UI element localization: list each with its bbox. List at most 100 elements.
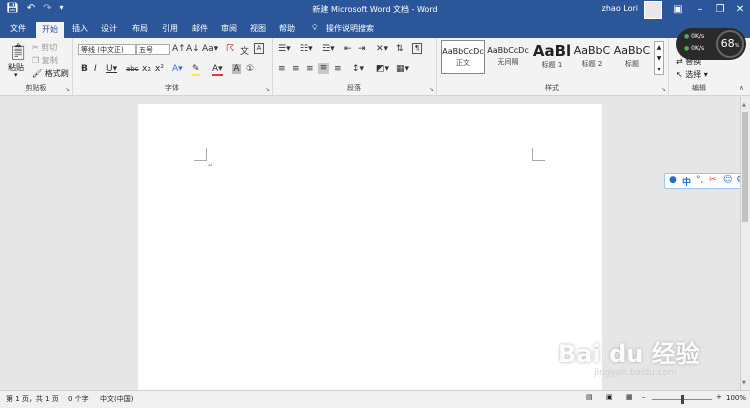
copy-label: 复制 — [41, 56, 58, 65]
bold-icon[interactable]: B — [81, 64, 88, 74]
word-count[interactable]: 0 个字 — [68, 394, 89, 404]
italic-icon[interactable]: I — [94, 64, 97, 74]
style-preview: AaBbC — [613, 44, 651, 57]
web-layout-icon[interactable]: ▦ — [626, 393, 633, 401]
underline-icon[interactable]: U▾ — [106, 64, 117, 74]
close-icon[interactable]: ✕ — [730, 2, 750, 18]
numbering-icon[interactable]: ☷▾ — [300, 44, 313, 54]
user-name[interactable]: zhao Lori — [602, 4, 638, 13]
tab-layout[interactable]: 布局 — [132, 23, 148, 34]
paste-dropdown-icon[interactable]: ▾ — [14, 71, 18, 79]
page-count[interactable]: 第 1 页，共 1 页 — [6, 394, 59, 404]
tell-me-search[interactable]: 操作说明搜索 — [326, 23, 374, 34]
tab-references[interactable]: 引用 — [162, 23, 178, 34]
minimize-icon[interactable]: – — [690, 2, 710, 18]
style-heading-2[interactable]: AaBbC 标题 2 — [570, 40, 614, 74]
tab-file[interactable]: 文件 — [10, 23, 26, 34]
language-indicator[interactable]: 中文(中国) — [100, 394, 133, 404]
copy-button[interactable]: ❐ 复制 — [32, 55, 58, 66]
paste-icon[interactable]: 📋︎ — [8, 42, 28, 61]
subscript-icon[interactable]: x₂ — [142, 64, 151, 74]
font-name-combo[interactable]: 等线 (中文正) — [78, 44, 136, 55]
highlight-icon[interactable]: ✎ — [192, 64, 200, 76]
select-button[interactable]: ↖ 选择 ▾ — [676, 69, 708, 80]
collapse-ribbon-icon[interactable]: ∧ — [739, 84, 744, 92]
tab-help[interactable]: 帮助 — [279, 23, 295, 34]
tab-mailings[interactable]: 邮件 — [192, 23, 208, 34]
scroll-thumb[interactable] — [742, 112, 748, 222]
zoom-level[interactable]: 100% — [726, 394, 746, 402]
launcher-icon[interactable]: ↘ — [265, 86, 270, 93]
grow-font-icon[interactable]: A↑ — [172, 44, 186, 54]
style-title[interactable]: AaBbC 标题 — [610, 40, 654, 74]
borders-icon[interactable]: ▦▾ — [396, 64, 409, 74]
scroll-down-icon[interactable]: ▼ — [742, 380, 746, 386]
char-border-icon[interactable]: A — [254, 43, 264, 54]
shading-icon[interactable]: ◩▾ — [376, 64, 389, 74]
ribbon-display-icon[interactable]: ▣ — [668, 2, 688, 18]
zoom-slider-thumb[interactable] — [681, 395, 684, 404]
cut-button[interactable]: ✂ 剪切 — [32, 42, 57, 53]
char-shading-icon[interactable]: A — [232, 64, 241, 74]
justify-icon[interactable]: ≡ — [318, 63, 329, 74]
ime-toolbar[interactable]: ● 中 °, ✂ ☺ ⚙ — [664, 173, 748, 189]
line-spacing-icon[interactable]: ↕▾ — [352, 64, 364, 74]
clear-format-icon[interactable]: ☈ — [226, 44, 234, 54]
print-layout-icon[interactable]: ▣ — [606, 393, 613, 401]
network-speed-widget[interactable]: ● 0K/s ● 0K/s 68% — [676, 28, 746, 60]
zoom-out-icon[interactable]: – — [642, 393, 646, 401]
tab-design[interactable]: 设计 — [101, 23, 117, 34]
style-preview: AaBbCcDc — [442, 47, 484, 56]
zoom-in-icon[interactable]: + — [716, 393, 722, 401]
scroll-up-icon[interactable]: ▲ — [742, 102, 746, 108]
increase-indent-icon[interactable]: ⇥ — [358, 44, 366, 54]
restore-icon[interactable]: ❐ — [710, 2, 730, 18]
superscript-icon[interactable]: x² — [155, 64, 164, 74]
tools-icon[interactable]: ✂ — [709, 175, 717, 185]
tab-review[interactable]: 审阅 — [221, 23, 237, 34]
read-mode-icon[interactable]: ▤ — [586, 393, 593, 401]
align-right-icon[interactable]: ≡ — [306, 64, 314, 74]
download-speed: ● 0K/s — [684, 45, 705, 52]
style-no-spacing[interactable]: AaBbCcDc 无间隔 — [486, 40, 530, 74]
bullets-icon[interactable]: ☰▾ — [278, 44, 291, 54]
distributed-icon[interactable]: ≡ — [334, 64, 342, 74]
sort-icon[interactable]: ⇅ — [396, 44, 404, 54]
format-painter-label: 格式刷 — [44, 69, 69, 78]
memory-unit: % — [734, 43, 740, 49]
launcher-icon[interactable]: ↘ — [429, 86, 434, 93]
tab-insert[interactable]: 插入 — [72, 23, 88, 34]
change-case-icon[interactable]: Aa▾ — [202, 44, 218, 54]
shrink-font-icon[interactable]: A↓ — [186, 44, 200, 54]
enclose-char-icon[interactable]: ① — [246, 64, 254, 74]
launcher-icon[interactable]: ↘ — [65, 86, 70, 93]
align-left-icon[interactable]: ≡ — [278, 64, 286, 74]
strikethrough-icon[interactable]: abc — [126, 65, 139, 73]
style-heading-1[interactable]: AaBl 标题 1 — [530, 40, 574, 74]
punctuation-icon[interactable]: °, — [696, 175, 703, 185]
align-center-icon[interactable]: ≡ — [292, 64, 300, 74]
asian-layout-icon[interactable]: ✕▾ — [376, 44, 388, 54]
font-color-icon[interactable]: A▾ — [212, 64, 223, 76]
launcher-icon[interactable]: ↘ — [661, 86, 666, 93]
ime-mode-toggle[interactable]: 中 — [682, 175, 691, 188]
show-marks-icon[interactable]: ¶ — [412, 43, 422, 54]
tab-home[interactable]: 开始 — [36, 22, 64, 38]
text-effects-icon[interactable]: A▾ — [172, 64, 183, 74]
styles-scroll[interactable]: ▲ ▼ ▾ — [654, 41, 664, 75]
group-label-clipboard: 剪贴板 — [25, 84, 47, 92]
decrease-indent-icon[interactable]: ⇤ — [344, 44, 352, 54]
format-painter-button[interactable]: 🖌︎ 格式刷 — [32, 68, 69, 79]
style-normal[interactable]: AaBbCcDc 正文 — [441, 40, 485, 74]
cut-label: 剪切 — [41, 43, 58, 52]
phonetic-guide-icon[interactable]: 文 — [240, 44, 249, 57]
multilevel-list-icon[interactable]: ☲▾ — [322, 44, 335, 54]
avatar[interactable] — [644, 1, 662, 19]
document-page[interactable]: ↵ — [138, 104, 602, 394]
ime-logo-icon[interactable]: ● — [669, 175, 677, 185]
user-icon[interactable]: ☺ — [723, 175, 732, 185]
font-size-combo[interactable]: 五号 — [136, 44, 170, 55]
vertical-scrollbar[interactable]: ▲ ▼ — [740, 96, 750, 390]
title-bar: 💾︎ ↶ ↷ ▾ 新建 Microsoft Word 文档 - Word zha… — [0, 0, 750, 20]
tab-view[interactable]: 视图 — [250, 23, 266, 34]
